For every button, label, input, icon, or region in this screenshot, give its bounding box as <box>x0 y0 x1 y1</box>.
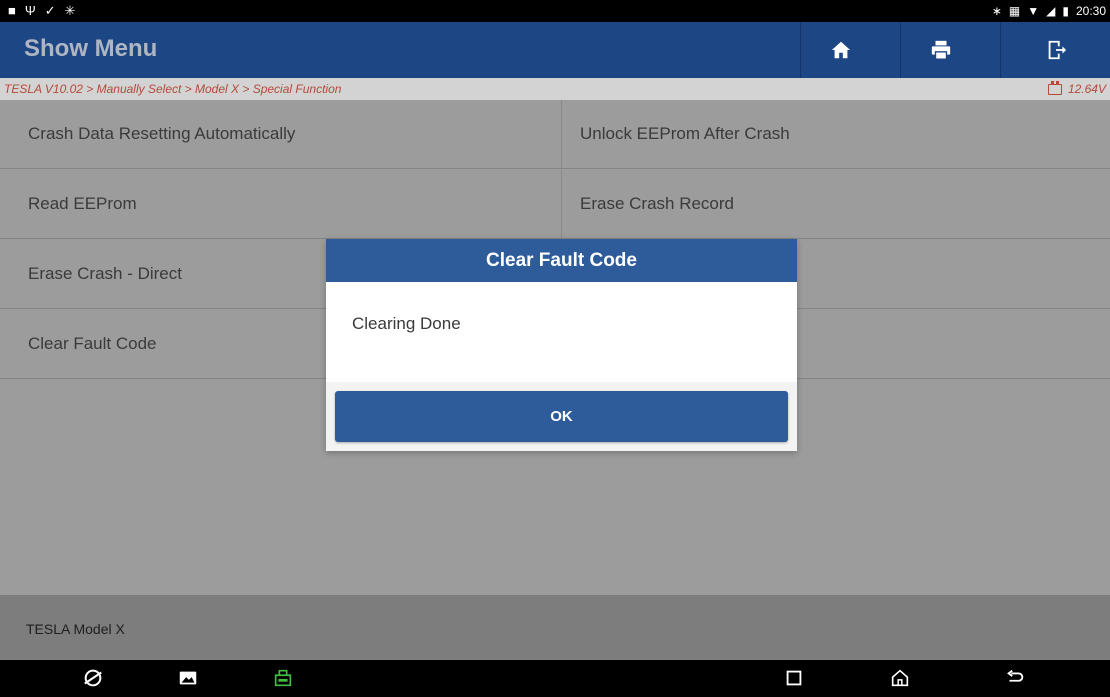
menu-item-label: Erase Crash Record <box>580 194 735 213</box>
menu-item-read-eeprom[interactable]: Read EEProm <box>0 170 562 239</box>
signal-icon: ◢ <box>1046 4 1056 18</box>
breadcrumb: TESLA V10.02 > Manually Select > Model X… <box>4 82 342 96</box>
back-button[interactable] <box>1002 666 1028 690</box>
wifi-icon: ▼ <box>1027 4 1040 18</box>
browser-button[interactable] <box>80 666 106 690</box>
battery-icon: ▮ <box>1062 4 1069 18</box>
menu-item-crash-data-resetting[interactable]: Crash Data Resetting Automatically <box>0 100 562 169</box>
gallery-icon <box>179 671 197 685</box>
bluetooth-icon: ∗ <box>991 4 1002 18</box>
status-right-icons: ∗ ▦ ▼ ◢ ▮ 20:30 <box>992 3 1106 19</box>
voltage-value: 12.64V <box>1067 82 1106 96</box>
status-bar: ■ Ψ ✓ ✳ ∗ ▦ ▼ ◢ ▮ 20:30 <box>0 0 1110 22</box>
exit-button[interactable] <box>1000 22 1110 78</box>
gallery-button[interactable] <box>175 666 201 690</box>
home-nav-button[interactable] <box>887 666 913 690</box>
menu-item-label: Clear Fault Code <box>28 334 157 353</box>
menu-item-label: Read EEProm <box>28 194 137 213</box>
menu-item-label: Erase Crash - Direct <box>28 264 182 283</box>
gallery-icon: ■ <box>8 3 16 18</box>
nav-bar <box>0 660 1110 697</box>
vehicle-label: TESLA Model X <box>26 621 125 637</box>
ok-button[interactable]: OK <box>335 391 788 442</box>
recent-apps-button[interactable] <box>781 666 807 690</box>
menu-item-unlock-eeprom[interactable]: Unlock EEProm After Crash <box>562 100 1110 169</box>
print-icon <box>931 40 950 60</box>
menu-item-label: Unlock EEProm After Crash <box>580 124 790 143</box>
battery-voltage: 12.64V <box>1047 80 1106 96</box>
page-title: Show Menu <box>24 35 158 62</box>
status-left-icons: ■ Ψ ✓ ✳ <box>8 3 76 19</box>
car-battery-icon <box>1047 80 1062 95</box>
exit-icon <box>1048 40 1066 60</box>
status-time: 20:30 <box>1075 4 1106 18</box>
menu-item-erase-crash-record[interactable]: Erase Crash Record <box>562 170 1110 239</box>
clear-fault-code-dialog: Clear Fault Code Clearing Done OK <box>326 239 797 451</box>
home-button[interactable] <box>800 22 880 78</box>
vci-button[interactable] <box>270 666 296 690</box>
dialog-message: Clearing Done <box>352 314 461 333</box>
browser-icon <box>84 669 102 687</box>
home-icon <box>891 669 909 687</box>
menu-item-label: Crash Data Resetting Automatically <box>28 124 296 143</box>
print-button[interactable] <box>900 22 980 78</box>
usb-debug-icon: Ψ <box>24 3 36 18</box>
recent-apps-icon <box>786 670 802 686</box>
dialog-title: Clear Fault Code <box>326 239 797 282</box>
vci-icon <box>274 669 292 687</box>
home-icon <box>831 41 850 59</box>
breadcrumb-bar: TESLA V10.02 > Manually Select > Model X… <box>0 78 1110 100</box>
vibrate-icon: ▦ <box>1008 4 1021 18</box>
footer-bar: TESLA Model X <box>0 595 1110 660</box>
dialog-body: Clearing Done <box>326 282 797 382</box>
back-icon <box>1007 669 1024 682</box>
bluetooth-service-icon: ✳ <box>64 3 76 18</box>
check-icon: ✓ <box>44 3 56 18</box>
app-header: Show Menu <box>0 22 1110 78</box>
